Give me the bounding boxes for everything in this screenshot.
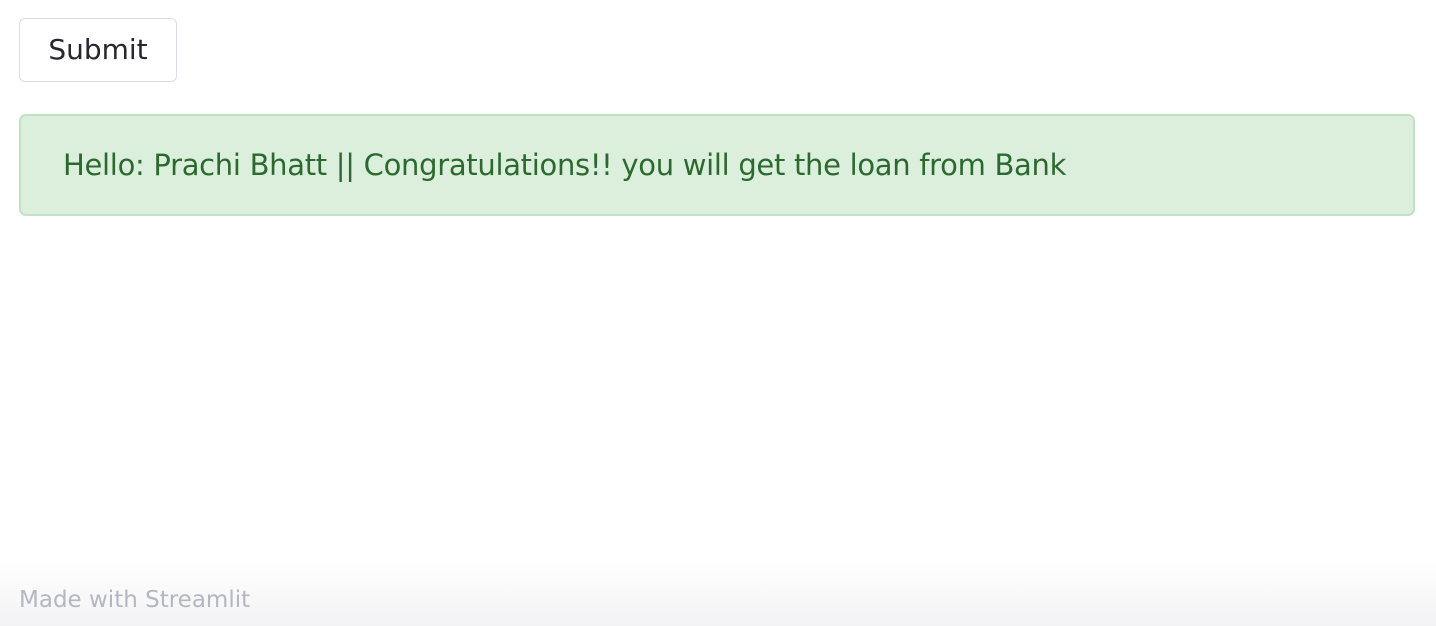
success-message: Hello: Prachi Bhatt || Congratulations!!…	[63, 148, 1067, 182]
footer: Made with Streamlit	[0, 560, 1436, 626]
made-with-streamlit-link[interactable]: Made with Streamlit	[19, 587, 250, 613]
streamlit-app: Submit Hello: Prachi Bhatt || Congratula…	[0, 0, 1436, 626]
success-alert: Hello: Prachi Bhatt || Congratulations!!…	[19, 114, 1415, 216]
submit-button[interactable]: Submit	[19, 18, 177, 82]
